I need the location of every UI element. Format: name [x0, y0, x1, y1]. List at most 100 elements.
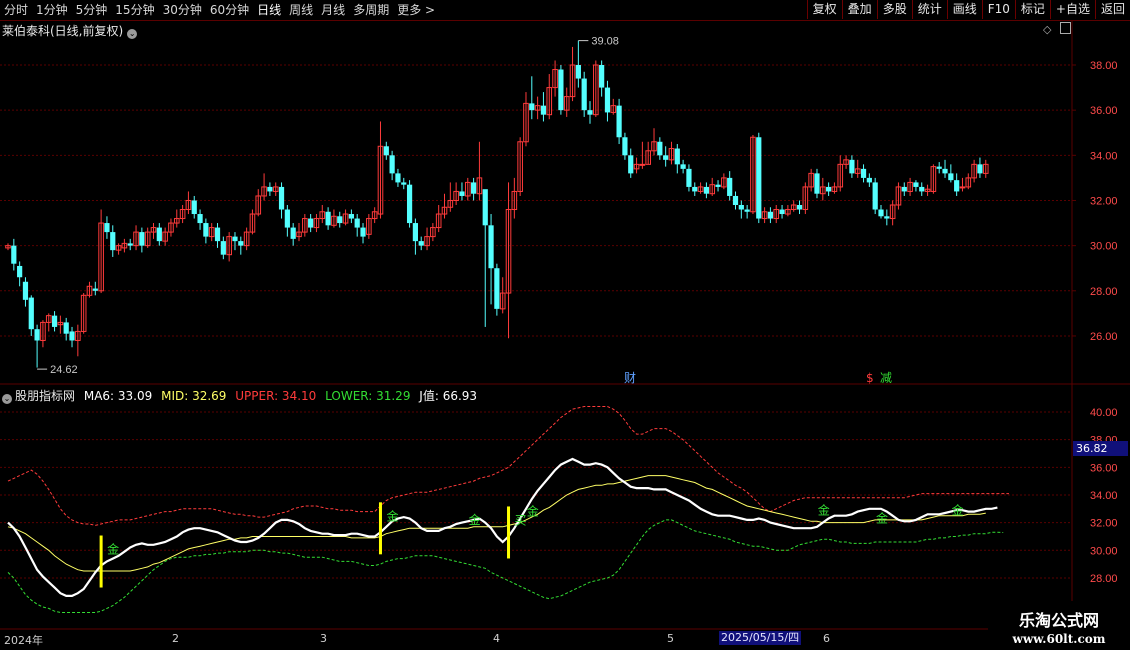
- stock-title-text: 莱伯泰科(日线,前复权): [2, 24, 124, 38]
- candle-body: [826, 186, 832, 192]
- candle-body: [622, 137, 628, 156]
- back-button[interactable]: 返回: [1094, 0, 1130, 19]
- mark-button[interactable]: 标记: [1014, 0, 1050, 19]
- candle-body: [406, 184, 413, 224]
- chevron-down-icon[interactable]: ⌄: [2, 394, 12, 404]
- overlay-button[interactable]: 叠加: [841, 0, 877, 19]
- low-label: 24.62: [50, 364, 78, 376]
- fuquan-button[interactable]: 复权: [806, 0, 842, 19]
- signal-label: 买: [515, 513, 527, 527]
- tab-period-multi[interactable]: 多周期: [349, 0, 393, 20]
- indicator-tick-label: 30.00: [1090, 545, 1118, 557]
- candle-body: [732, 195, 739, 205]
- candle-body: [191, 200, 197, 215]
- kline-chart[interactable]: 金金 买金金 金金金 38.0036.0034.0032.0030.0028.002…: [0, 20, 1130, 630]
- candle-body: [383, 146, 389, 156]
- candle-body: [715, 184, 721, 187]
- candle-body: [680, 164, 686, 169]
- period-toolbar: 分时 1分钟 5分钟 15分钟 30分钟 60分钟 日线 周线 月线 多周期 更…: [0, 0, 1130, 21]
- event-dollar-marker: $: [866, 371, 874, 385]
- indicator-tick-label: 32.00: [1090, 518, 1118, 530]
- candle-body: [936, 166, 942, 169]
- tab-period-weekly[interactable]: 周线: [285, 0, 317, 20]
- price-tick-label: 28.00: [1090, 286, 1118, 298]
- diamond-icon[interactable]: ◇: [1043, 23, 1051, 36]
- candle-body: [913, 182, 919, 187]
- candle-body: [779, 209, 785, 215]
- chart-annotations: 39.08 24.62 财 $ 减: [37, 36, 892, 385]
- statistics-button[interactable]: 统计: [911, 0, 947, 19]
- candle-series: [5, 40, 989, 368]
- candle-body: [849, 159, 855, 174]
- tab-period-15min[interactable]: 15分钟: [111, 0, 158, 20]
- signal-label: 金: [818, 502, 830, 517]
- candle-body: [395, 173, 401, 183]
- price-tick-label: 30.00: [1090, 241, 1118, 253]
- tab-period-5min[interactable]: 5分钟: [72, 0, 112, 20]
- tab-period-more[interactable]: 更多 >: [393, 0, 439, 20]
- candle-body: [814, 173, 820, 194]
- tab-period-fenshi[interactable]: 分时: [0, 0, 32, 20]
- candle-body: [69, 331, 75, 341]
- price-tick-label: 38.00: [1090, 60, 1118, 72]
- candle-body: [657, 141, 663, 156]
- candle-body: [727, 177, 733, 196]
- candle-body: [942, 168, 948, 174]
- candle-body: [17, 265, 23, 278]
- signal-label: 金: [876, 511, 888, 526]
- month-label: 5: [667, 632, 674, 645]
- signal-bar: [99, 535, 103, 588]
- candle-body: [703, 186, 709, 194]
- indicator-name[interactable]: 股朋指标网: [15, 389, 75, 403]
- add-watchlist-button[interactable]: +自选: [1049, 0, 1095, 19]
- candle-body: [587, 110, 593, 115]
- candle-body: [884, 216, 890, 219]
- candle-body: [267, 186, 273, 192]
- price-tick-label: 26.00: [1090, 331, 1118, 343]
- stock-title[interactable]: 莱伯泰科(日线,前复权) ⌄: [2, 22, 138, 39]
- signal-bar: [378, 502, 382, 555]
- candle-body: [540, 105, 547, 115]
- multi-stock-button[interactable]: 多股: [876, 0, 912, 19]
- indicator-legend: ⌄ 股朋指标网 MA6: 33.09 MID: 32.69 UPPER: 34.1…: [2, 387, 477, 404]
- candle-body: [28, 297, 34, 330]
- tab-period-1min[interactable]: 1分钟: [32, 0, 72, 20]
- ma6-line: [7, 457, 998, 597]
- chevron-down-icon[interactable]: ⌄: [127, 29, 138, 39]
- candle-body: [139, 232, 145, 246]
- candle-body: [866, 177, 872, 183]
- candle-body: [738, 204, 744, 210]
- candle-body: [494, 268, 500, 309]
- candle-body: [581, 78, 587, 111]
- candle-body: [459, 191, 465, 196]
- candle-body: [92, 288, 98, 291]
- candle-body: [354, 218, 360, 228]
- candle-body: [325, 211, 331, 226]
- event-caibao-marker: 财: [624, 371, 636, 385]
- candle-body: [954, 180, 960, 192]
- price-axes: 38.00 36.00 34.00 32.00 30.00 28.00 26.00 40.00…: [1072, 60, 1118, 585]
- window-icon[interactable]: [1060, 22, 1071, 34]
- month-label: 3: [320, 632, 327, 645]
- candle-body: [628, 155, 634, 174]
- month-label: 2024年: [4, 634, 43, 647]
- mid-line: [7, 475, 986, 572]
- candle-body: [401, 182, 407, 185]
- tab-period-daily[interactable]: 日线: [253, 0, 285, 20]
- watermark-name: 乐淘公式网: [1018, 611, 1099, 630]
- candle-body: [878, 209, 884, 217]
- candle-body: [337, 216, 343, 224]
- f10-button[interactable]: F10: [981, 0, 1015, 19]
- lower-line: [7, 519, 1004, 613]
- candle-body: [156, 227, 162, 242]
- candle-body: [860, 168, 867, 178]
- tab-period-60min[interactable]: 60分钟: [206, 0, 253, 20]
- draw-line-button[interactable]: 画线: [946, 0, 982, 19]
- site-watermark: 乐淘公式网 www.60lt.com: [988, 601, 1130, 650]
- tab-period-monthly[interactable]: 月线: [317, 0, 349, 20]
- candle-body: [232, 236, 238, 242]
- price-tick-label: 32.00: [1090, 195, 1118, 207]
- signal-label: 金: [952, 502, 964, 517]
- tab-period-30min[interactable]: 30分钟: [159, 0, 206, 20]
- candle-body: [290, 227, 296, 239]
